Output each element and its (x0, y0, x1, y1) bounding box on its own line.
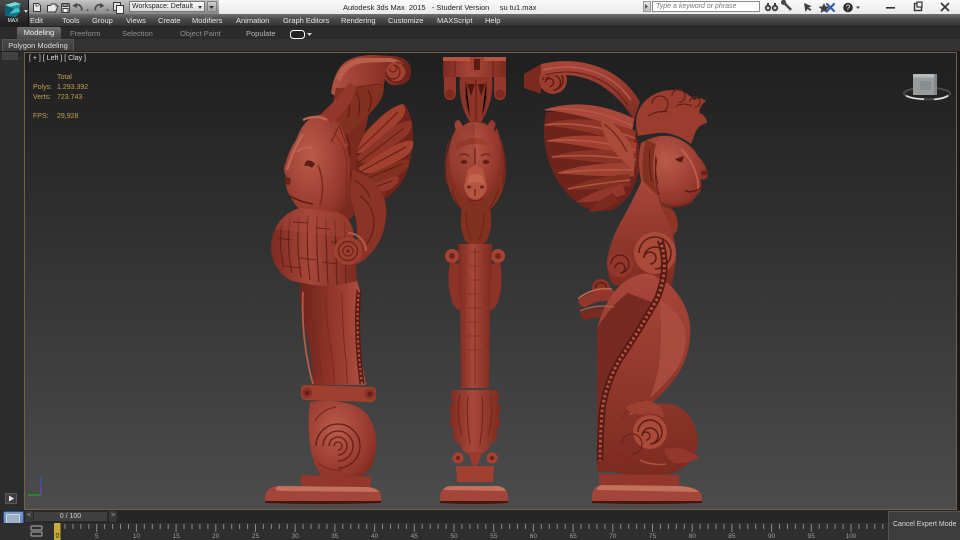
svg-text:65: 65 (569, 533, 577, 540)
svg-text:85: 85 (728, 533, 736, 540)
svg-text:5: 5 (95, 533, 99, 540)
svg-text:95: 95 (808, 533, 816, 540)
svg-text:55: 55 (490, 533, 498, 540)
svg-text:15: 15 (172, 533, 180, 540)
svg-text:25: 25 (252, 533, 260, 540)
svg-text:MAX: MAX (8, 18, 20, 24)
svg-text:70: 70 (609, 533, 617, 540)
svg-text:50: 50 (450, 533, 458, 540)
svg-text:20: 20 (212, 533, 220, 540)
svg-text:30: 30 (292, 533, 300, 540)
svg-text:35: 35 (331, 533, 339, 540)
svg-text:100: 100 (846, 533, 857, 540)
svg-text:45: 45 (411, 533, 419, 540)
svg-text:40: 40 (371, 533, 379, 540)
svg-text:80: 80 (689, 533, 697, 540)
svg-text:10: 10 (133, 533, 141, 540)
svg-text:60: 60 (530, 533, 538, 540)
svg-text:?: ? (846, 4, 851, 13)
svg-text:90: 90 (768, 533, 776, 540)
svg-text:0: 0 (56, 533, 60, 540)
svg-text:75: 75 (649, 533, 657, 540)
